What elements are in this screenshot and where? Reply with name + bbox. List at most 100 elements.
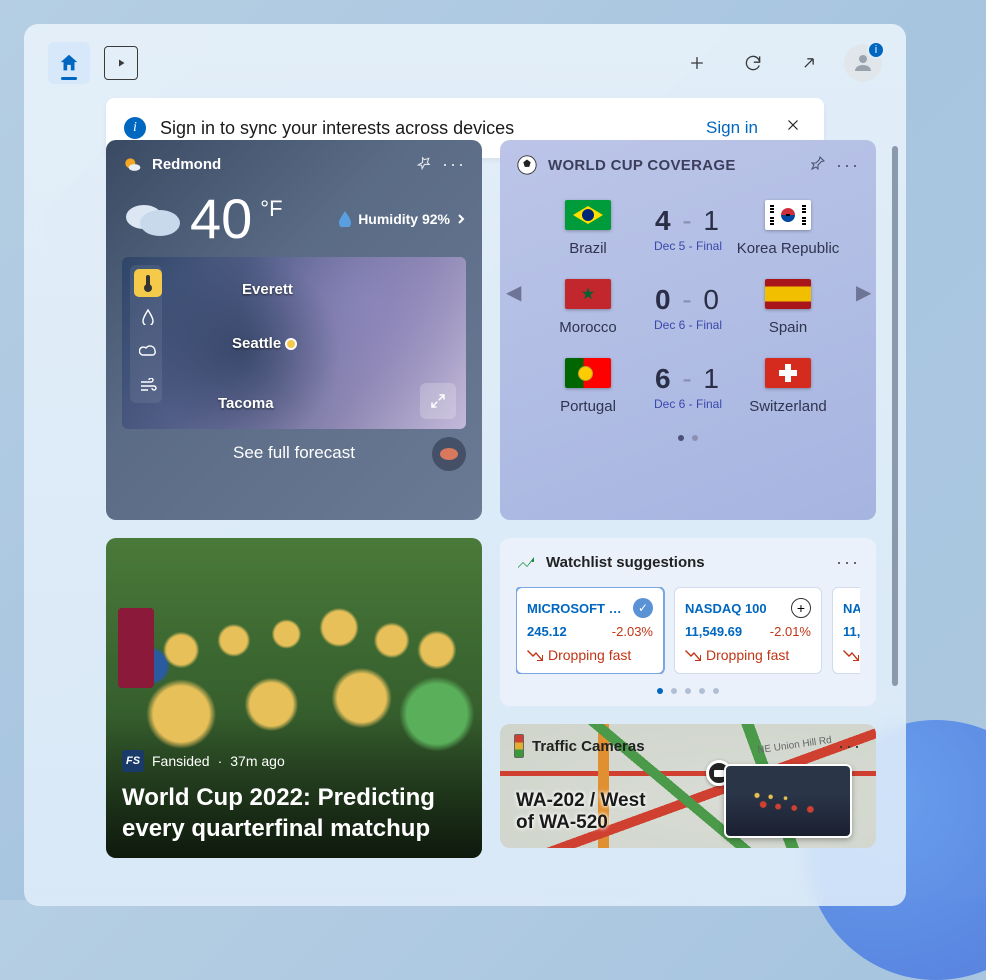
worldcup-body: ◀ ▶ Brazil4 - 1Dec 5 - FinalKorea Republ… <box>516 192 860 441</box>
scrollbar[interactable] <box>892 146 898 686</box>
watchlist-pager <box>516 688 860 694</box>
camera-name: WA-202 / West of WA-520 <box>516 790 666 834</box>
page-dot[interactable] <box>657 688 663 694</box>
source-name: Fansided <box>152 753 210 769</box>
forecast-link[interactable]: See full forecast <box>233 443 355 462</box>
next-button[interactable]: ▶ <box>856 280 870 302</box>
expand-button[interactable] <box>788 42 830 84</box>
left-column: Redmond ··· 40 °F Humidity 92% <box>106 140 482 858</box>
stock-price: 11,549.69 <box>685 624 742 639</box>
news-headline: World Cup 2022: Predicting every quarter… <box>122 782 466 844</box>
add-button[interactable] <box>676 42 718 84</box>
weather-humidity[interactable]: Humidity 92% <box>338 211 466 227</box>
stock-trend: Dropping fast <box>527 647 653 663</box>
map-city-seattle: Seattle <box>232 335 297 352</box>
page-dot[interactable] <box>685 688 691 694</box>
map-expand-button[interactable] <box>420 383 456 419</box>
drop-icon <box>141 309 155 325</box>
maximize-icon <box>429 392 447 410</box>
news-age: 37m ago <box>230 753 284 769</box>
map-city-tacoma: Tacoma <box>218 395 274 412</box>
weather-footer: See full forecast <box>122 429 466 463</box>
close-icon <box>784 116 802 134</box>
widgets-panel: i i Sign in to sync your interests acros… <box>24 24 906 906</box>
pin-icon <box>810 155 826 171</box>
team-name: Morocco <box>534 319 642 336</box>
page-dot[interactable] <box>692 435 698 441</box>
match-row[interactable]: Brazil4 - 1Dec 5 - Final Korea Republic <box>516 192 860 271</box>
flag-icon <box>765 279 811 309</box>
right-column: WORLD CUP COVERAGE ··· ◀ ▶ Brazil4 - 1De… <box>500 140 876 858</box>
map-wind-button[interactable] <box>134 371 162 399</box>
stock-trend: Dr <box>843 647 860 663</box>
humidity-icon <box>338 211 352 227</box>
play-button[interactable] <box>104 46 138 80</box>
avatar-badge: i <box>867 41 885 59</box>
home-button[interactable] <box>48 42 90 84</box>
team-home: Brazil <box>534 200 642 257</box>
refresh-button[interactable] <box>732 42 774 84</box>
home-icon <box>58 52 80 74</box>
stock-tile[interactable]: NASDAQ 100+11,549.69-2.01%Dropping fast <box>674 587 822 674</box>
weather-card[interactable]: Redmond ··· 40 °F Humidity 92% <box>106 140 482 520</box>
weather-location: Redmond <box>152 156 406 173</box>
more-button[interactable]: ··· <box>442 154 466 175</box>
pin-icon <box>416 155 432 171</box>
scrollbar-thumb[interactable] <box>892 146 898 686</box>
pin-button[interactable] <box>416 155 432 175</box>
team-name: Korea Republic <box>734 240 842 257</box>
match-row[interactable]: Morocco0 - 0Dec 6 - FinalSpain <box>516 271 860 350</box>
add-stock-button[interactable]: + <box>791 598 811 618</box>
prev-button[interactable]: ◀ <box>506 280 520 302</box>
match-sub: Dec 5 - Final <box>654 239 722 253</box>
page-dot[interactable] <box>699 688 705 694</box>
notice-message: Sign in to sync your interests across de… <box>160 118 692 139</box>
watchlist-title: Watchlist suggestions <box>546 554 826 571</box>
stock-name: NASD <box>843 601 860 616</box>
page-dot[interactable] <box>671 688 677 694</box>
info-icon: i <box>124 117 146 139</box>
worldcup-title: WORLD CUP COVERAGE <box>548 157 800 174</box>
trend-down-icon <box>527 649 543 661</box>
team-home: Morocco <box>534 279 642 336</box>
news-card[interactable]: FS Fansided · 37m ago World Cup 2022: Pr… <box>106 538 482 858</box>
more-button[interactable]: ··· <box>838 736 862 757</box>
stock-price: 245.12 <box>527 624 567 639</box>
thermometer-icon <box>141 274 155 292</box>
map-precip-button[interactable] <box>134 303 162 331</box>
map-temp-button[interactable] <box>134 269 162 297</box>
team-name: Portugal <box>534 398 642 415</box>
more-button[interactable]: ··· <box>836 155 860 176</box>
more-button[interactable]: ··· <box>836 552 860 573</box>
trend-down-icon <box>843 649 859 661</box>
score: 6 - 1Dec 6 - Final <box>654 363 722 411</box>
camera-thumbnail[interactable] <box>724 764 852 838</box>
wind-icon <box>139 378 157 392</box>
weather-unit: °F <box>260 196 282 222</box>
signin-link[interactable]: Sign in <box>706 118 758 138</box>
page-dot[interactable] <box>678 435 684 441</box>
watchlist-card[interactable]: Watchlist suggestions ··· MICROSOFT … ✓ 24… <box>500 538 876 706</box>
pin-button[interactable] <box>810 155 826 175</box>
stock-name: NASDAQ 100 <box>685 601 767 616</box>
weather-badge[interactable] <box>432 437 466 471</box>
check-icon: ✓ <box>633 598 653 618</box>
team-away: Switzerland <box>734 358 842 415</box>
worldcup-card[interactable]: WORLD CUP COVERAGE ··· ◀ ▶ Brazil4 - 1De… <box>500 140 876 520</box>
stock-tile[interactable]: MICROSOFT …✓245.12-2.03%Dropping fast <box>516 587 664 674</box>
score: 4 - 1Dec 5 - Final <box>654 205 722 253</box>
page-dot[interactable] <box>713 688 719 694</box>
traffic-card[interactable]: Traffic Cameras ··· NE Union Hill Rd WA-… <box>500 724 876 848</box>
flag-icon <box>765 358 811 388</box>
cloud-icon <box>122 197 182 241</box>
trend-down-icon <box>685 649 701 661</box>
match-row[interactable]: Portugal 6 - 1Dec 6 - FinalSwitzerland <box>516 350 860 429</box>
sun-icon <box>122 155 142 175</box>
weather-map[interactable]: Everett Seattle Tacoma <box>122 257 466 429</box>
avatar[interactable]: i <box>844 44 882 82</box>
stock-name: MICROSOFT … <box>527 601 622 616</box>
map-cloud-button[interactable] <box>134 337 162 365</box>
stock-tile[interactable]: NASD+11,014Dr <box>832 587 860 674</box>
news-source: FS Fansided · 37m ago <box>122 750 466 772</box>
match-sub: Dec 6 - Final <box>654 397 722 411</box>
